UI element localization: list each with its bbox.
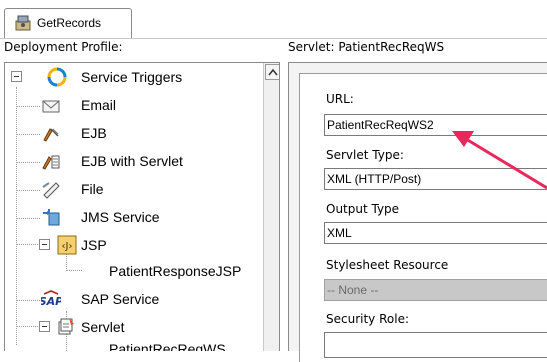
tree-item-servlet[interactable]: Servlet <box>81 319 125 335</box>
deployment-tree[interactable]: Service Triggers Email EJB EJB with Serv… <box>4 62 280 351</box>
collapse-toggle[interactable] <box>39 239 50 250</box>
tree-branch-line <box>66 270 82 271</box>
tree-item-file[interactable]: File <box>81 181 104 197</box>
ejb-servlet-icon <box>42 155 60 170</box>
output-type-label: Output Type <box>326 202 400 216</box>
jms-icon <box>43 209 60 226</box>
service-triggers-icon <box>47 67 67 87</box>
tree-item-sap-service[interactable]: SAP Service <box>81 291 159 307</box>
servlet-header-label: Servlet: PatientRecReqWS <box>288 40 445 54</box>
deployment-profile-label: Deployment Profile: <box>4 40 123 54</box>
security-role-input[interactable] <box>324 332 547 358</box>
servlet-type-label: Servlet Type: <box>326 148 404 162</box>
tree-branch-line <box>16 244 38 245</box>
stylesheet-resource-label: Stylesheet Resource <box>326 258 449 272</box>
tree-item-ejb[interactable]: EJB <box>81 125 107 141</box>
url-label: URL: <box>326 92 354 106</box>
tree-guide-line <box>16 87 17 345</box>
tree-branch-line <box>16 162 40 163</box>
tree-branch-line <box>16 218 40 219</box>
process-icon <box>15 15 31 31</box>
collapse-toggle[interactable] <box>11 71 22 82</box>
tree-branch-line <box>16 300 40 301</box>
sap-icon: SAP <box>41 290 61 308</box>
chevron-up-icon <box>268 68 278 76</box>
tree-item-patient-rec-req-ws[interactable]: PatientRecReqWS <box>109 341 226 351</box>
tree-item-email[interactable]: Email <box>81 97 116 113</box>
url-input[interactable]: PatientRecReqWS2 <box>324 114 547 136</box>
scroll-up-button[interactable] <box>265 64 279 80</box>
tree-branch-line <box>16 326 38 327</box>
tree-branch-line <box>16 106 40 107</box>
servlet-icon <box>58 318 74 335</box>
tree-item-patient-response-jsp[interactable]: PatientResponseJSP <box>109 263 241 279</box>
tree-branch-line <box>16 134 40 135</box>
tab-strip: GetRecords <box>0 0 547 39</box>
output-type-select[interactable]: XML <box>324 222 547 244</box>
tree-item-jms-service[interactable]: JMS Service <box>81 209 160 225</box>
tab-label: GetRecords <box>37 16 102 30</box>
tree-item-jsp[interactable]: JSP <box>81 237 107 253</box>
tree-vertical-scrollbar[interactable] <box>263 63 279 351</box>
envelope-icon <box>42 100 60 113</box>
servlet-detail-panel: URL: PatientRecReqWS2 Servlet Type: XML … <box>288 62 547 362</box>
jsp-icon: ‹J› <box>57 235 77 255</box>
servlet-form: URL: PatientRecReqWS2 Servlet Type: XML … <box>299 73 547 362</box>
tree-root-label[interactable]: Service Triggers <box>81 69 182 85</box>
svg-text:‹J›: ‹J› <box>62 241 73 252</box>
tree-branch-line <box>16 190 40 191</box>
tree-item-ejb-servlet[interactable]: EJB with Servlet <box>81 153 183 169</box>
collapse-toggle[interactable] <box>39 321 50 332</box>
security-role-label: Security Role: <box>326 312 409 326</box>
file-icon <box>42 182 60 199</box>
tab-getrecords[interactable]: GetRecords <box>4 8 132 38</box>
ejb-icon <box>43 128 59 142</box>
stylesheet-resource-select[interactable]: -- None -- <box>324 279 547 301</box>
svg-text:SAP: SAP <box>41 295 61 308</box>
servlet-type-select[interactable]: XML (HTTP/Post) <box>324 168 547 190</box>
